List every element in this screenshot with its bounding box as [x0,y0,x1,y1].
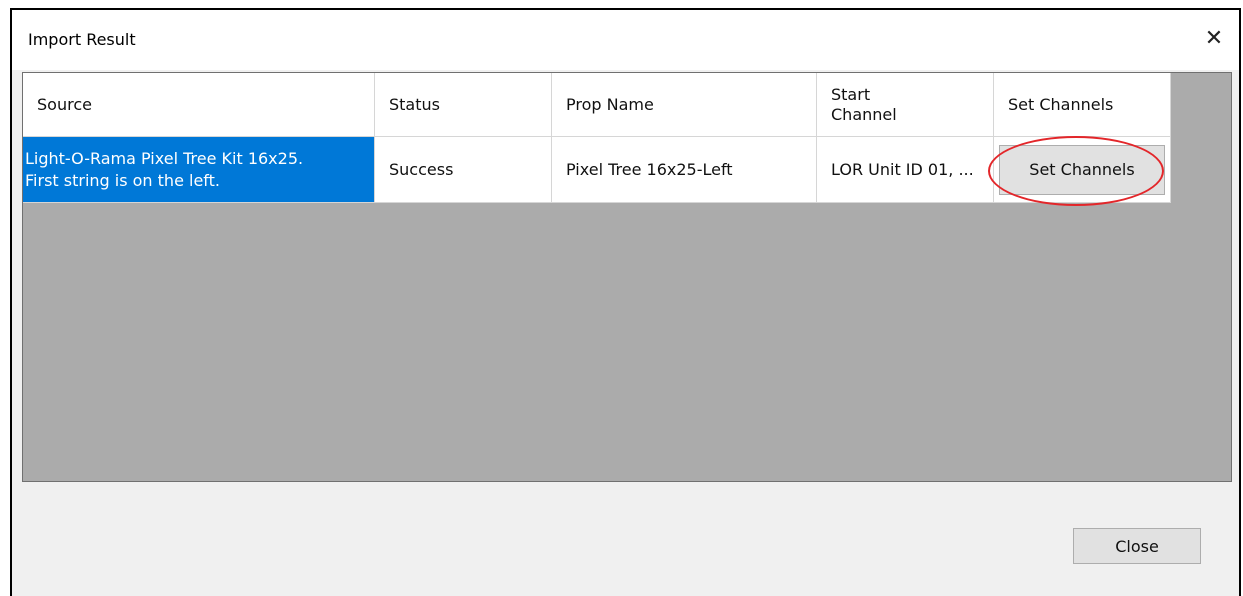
close-button[interactable]: Close [1073,528,1201,564]
set-channels-cell: Set Channels [994,137,1171,203]
window-title: Import Result [28,30,136,49]
source-line2: First string is on the left. [25,170,220,190]
table-row[interactable]: Light-O-Rama Pixel Tree Kit 16x25. First… [23,137,1171,203]
source-cell[interactable]: Light-O-Rama Pixel Tree Kit 16x25. First… [23,137,375,203]
column-header-source[interactable]: Source [23,73,375,137]
column-header-start-channel-line2: Channel [831,104,897,124]
column-header-start-channel-line1: Start [831,84,871,104]
column-header-prop-name[interactable]: Prop Name [552,73,817,137]
prop-name-cell[interactable]: Pixel Tree 16x25-Left [552,137,817,203]
status-cell[interactable]: Success [375,137,552,203]
column-header-status[interactable]: Status [375,73,552,137]
start-channel-cell[interactable]: LOR Unit ID 01, ... [817,137,994,203]
close-icon[interactable]: ✕ [1199,24,1229,54]
grid-header-row: Source Status Prop Name Start Channel Se… [23,73,1171,137]
title-bar: Import Result ✕ [12,10,1239,70]
import-result-dialog: Import Result ✕ Source Status Prop Name … [10,8,1241,596]
set-channels-button[interactable]: Set Channels [999,144,1165,195]
column-header-start-channel[interactable]: Start Channel [817,73,994,137]
import-result-grid: Source Status Prop Name Start Channel Se… [22,72,1232,482]
column-header-set-channels[interactable]: Set Channels [994,73,1171,137]
source-line1: Light-O-Rama Pixel Tree Kit 16x25. [25,148,304,168]
